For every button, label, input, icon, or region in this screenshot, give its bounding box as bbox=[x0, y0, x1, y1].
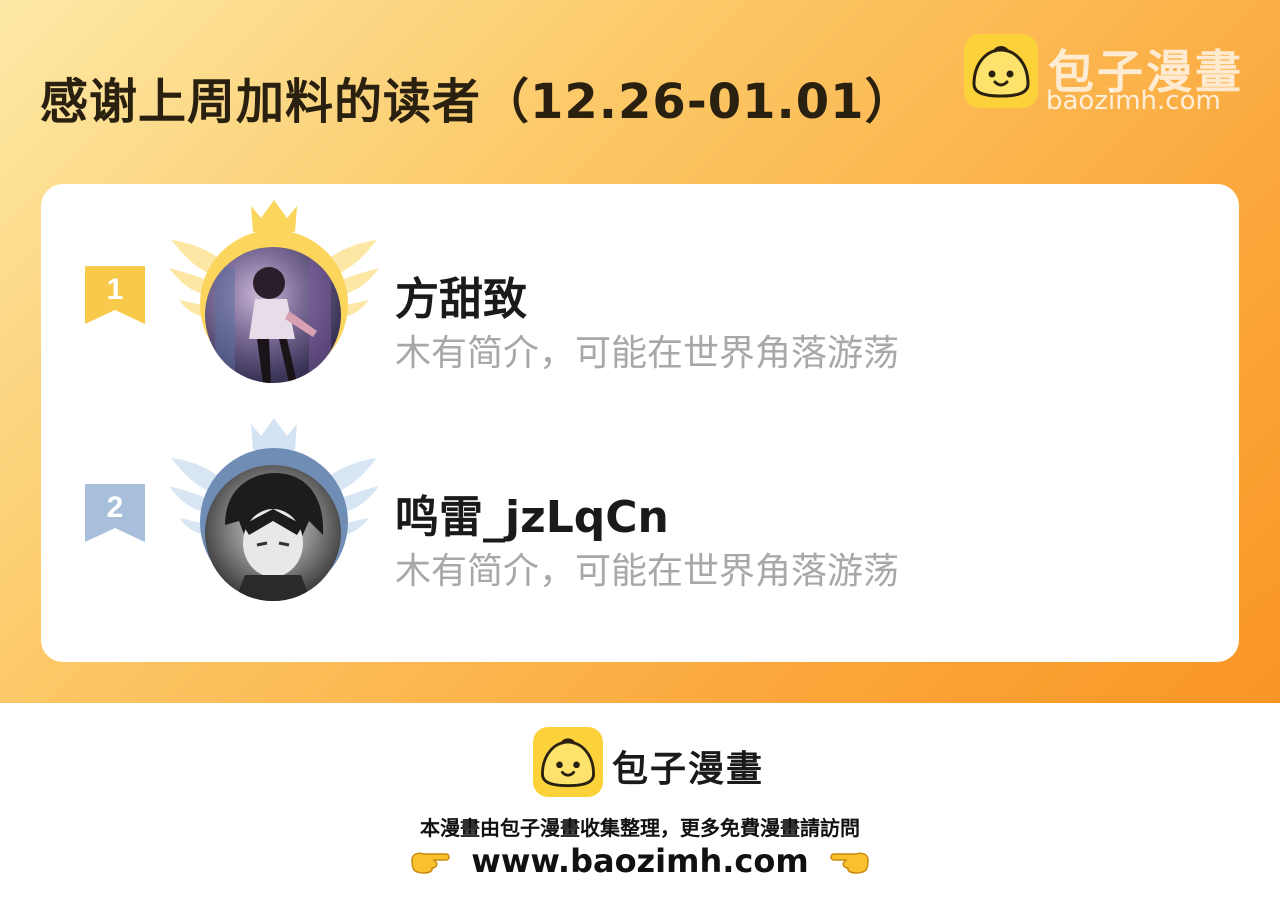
rank-number: 2 bbox=[107, 491, 124, 524]
ranking-card: 1 方甜致 木有简介，可能在世界角落游荡 2 鸣雷_jzLqCn 木有简介，可能… bbox=[41, 184, 1239, 662]
bun-logo-icon bbox=[533, 727, 603, 797]
pointing-right-hand-icon bbox=[411, 852, 450, 874]
rank-badge-silver: 2 bbox=[85, 484, 145, 542]
footer-url-row: www.baozimh.com bbox=[0, 842, 1280, 882]
pointing-left-hand-icon bbox=[830, 852, 869, 874]
user-name[interactable]: 方甜致 bbox=[395, 263, 527, 327]
rank-number: 1 bbox=[107, 273, 124, 306]
avatar-figure-icon bbox=[225, 473, 324, 601]
page-title: 感谢上周加料的读者（12.26-01.01） bbox=[40, 74, 914, 130]
user-avatar[interactable] bbox=[205, 247, 341, 383]
footer-brand-name: 包子漫畫 bbox=[612, 749, 765, 790]
avatar-figure-icon bbox=[215, 257, 331, 383]
ranking-row-1[interactable]: 1 方甜致 木有简介，可能在世界角落游荡 bbox=[41, 200, 1239, 383]
user-name[interactable]: 鸣雷_jzLqCn bbox=[395, 481, 669, 545]
footer-note: 本漫畫由包子漫畫收集整理，更多免費漫畫請訪問 bbox=[420, 816, 860, 840]
brand-watermark: 包子漫畫 baozimh.com bbox=[964, 34, 1264, 124]
rank-badge-gold: 1 bbox=[85, 266, 145, 324]
bun-logo-icon bbox=[964, 34, 1038, 108]
ranking-row-2[interactable]: 2 鸣雷_jzLqCn 木有简介，可能在世界角落游荡 bbox=[41, 418, 1239, 601]
brand-url: baozimh.com bbox=[1046, 86, 1221, 116]
user-bio: 木有简介，可能在世界角落游荡 bbox=[395, 333, 900, 374]
user-bio: 木有简介，可能在世界角落游荡 bbox=[395, 551, 900, 592]
footer-url-link[interactable]: www.baozimh.com bbox=[471, 842, 808, 880]
user-avatar[interactable] bbox=[205, 465, 341, 601]
